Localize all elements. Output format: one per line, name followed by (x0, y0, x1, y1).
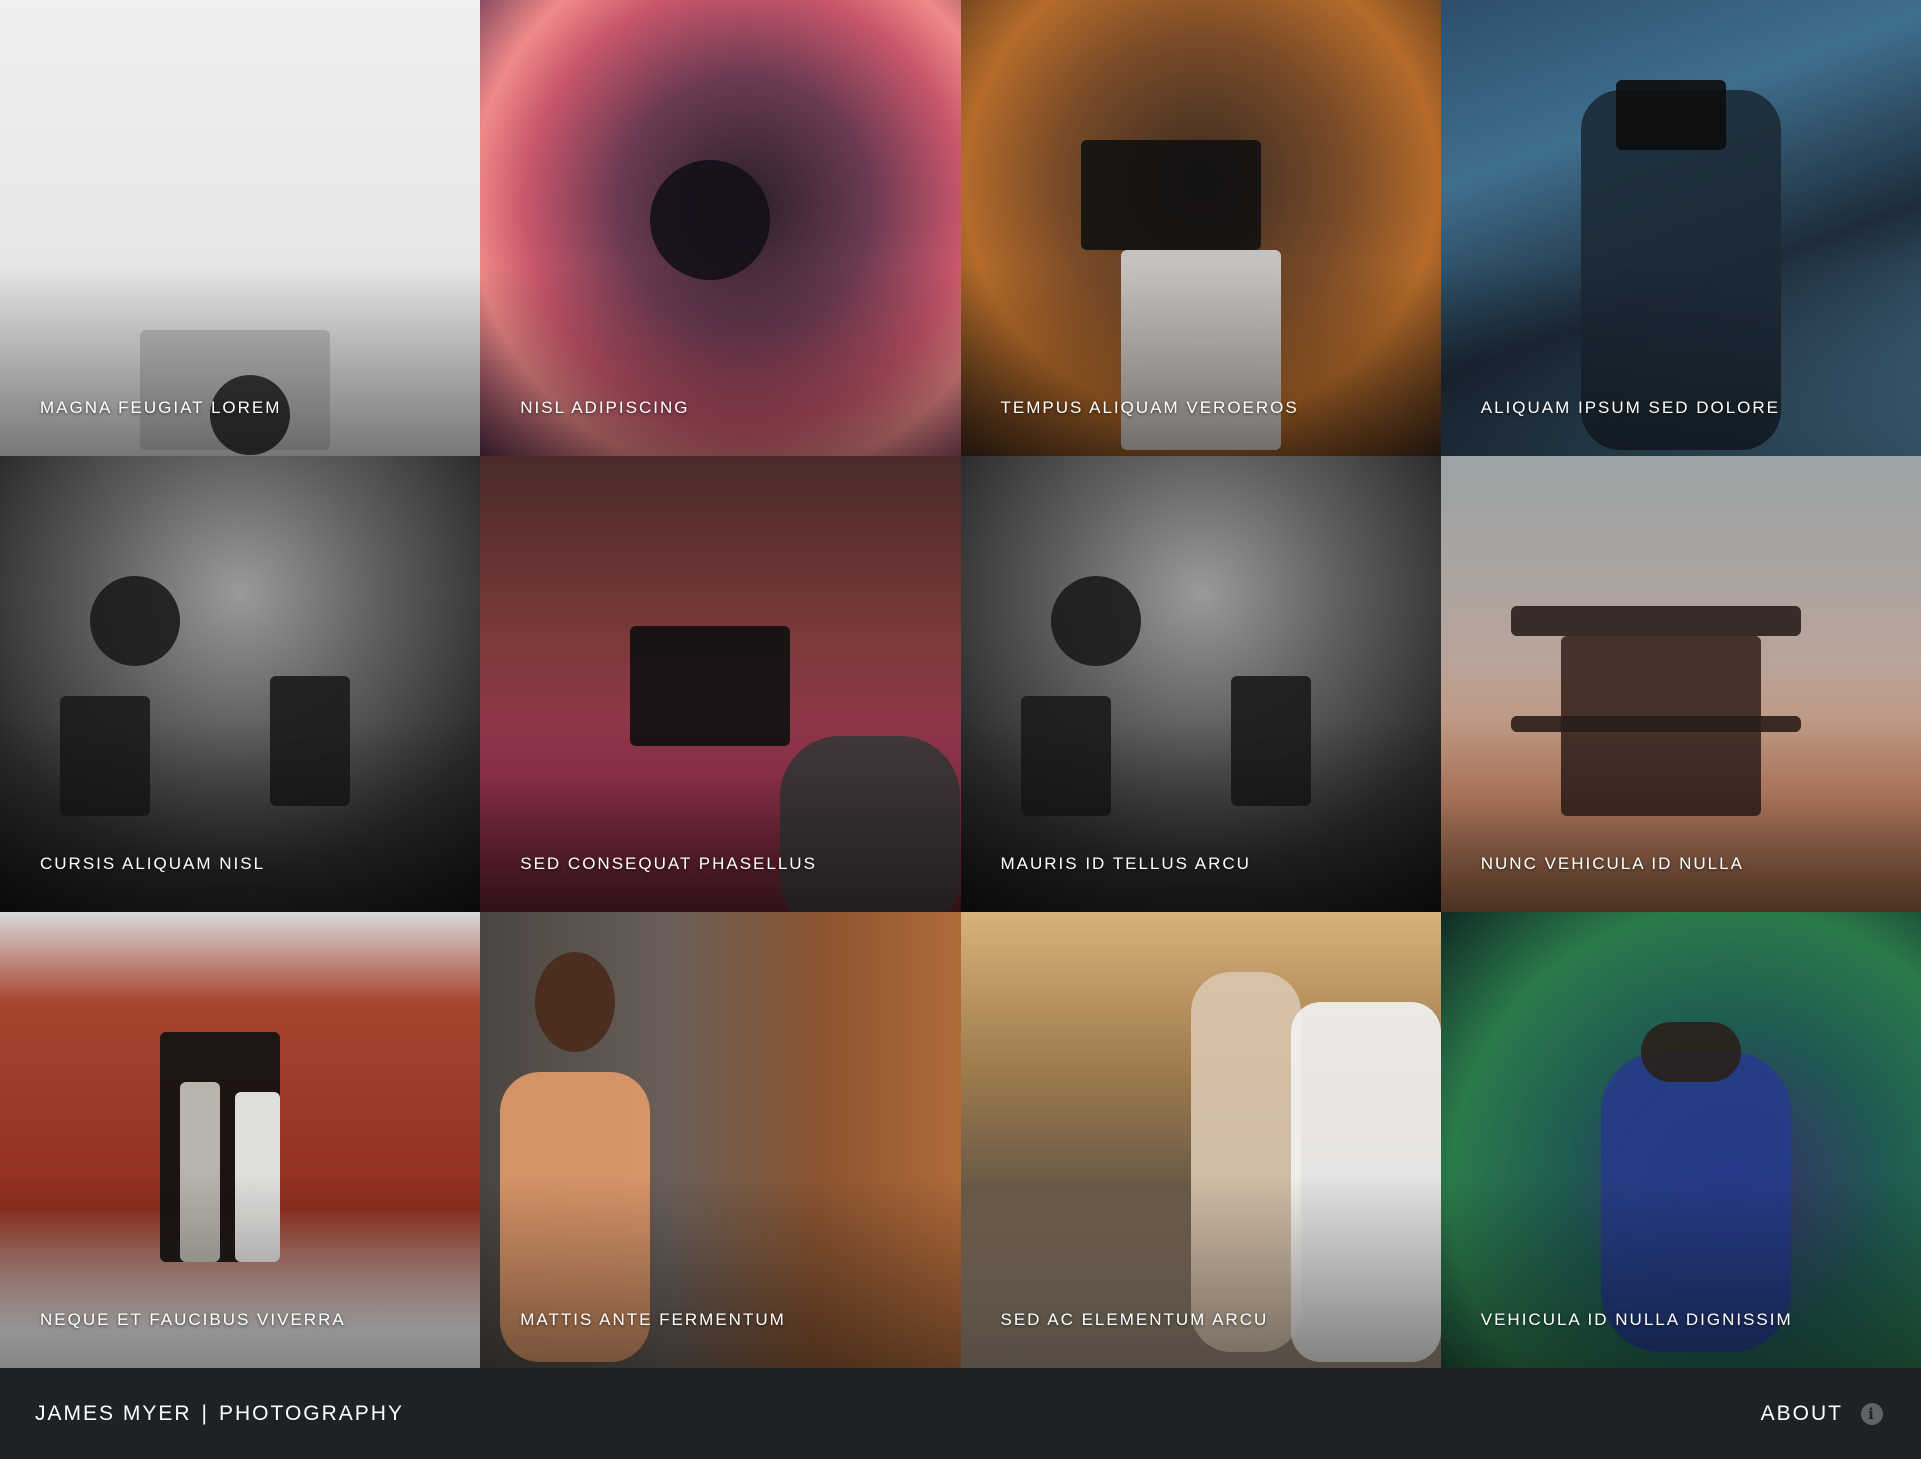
tile-caption: TEMPUS ALIQUAM VEROEROS (1000, 398, 1299, 417)
tile-caption: SED CONSEQUAT PHASELLUS (520, 854, 817, 873)
tile-caption: SED AC ELEMENTUM ARCU (1000, 1310, 1269, 1329)
brand-tagline: PHOTOGRAPHY (219, 1401, 404, 1425)
tile-caption: MATTIS ANTE FERMENTUM (520, 1310, 786, 1329)
gallery-tile[interactable]: NUNC VEHICULA ID NULLA (1440, 456, 1921, 912)
tile-caption: MAURIS ID TELLUS ARCU (1000, 854, 1251, 873)
info-icon[interactable]: i (1861, 1402, 1883, 1425)
gallery-tile[interactable]: SED CONSEQUAT PHASELLUS (480, 456, 961, 912)
tile-caption: NEQUE ET FAUCIBUS VIVERRA (40, 1310, 346, 1329)
gallery-tile[interactable]: NEQUE ET FAUCIBUS VIVERRA (0, 912, 481, 1368)
gallery-tile[interactable]: VEHICULA ID NULLA DIGNISSIM (1440, 912, 1921, 1368)
gallery-tile[interactable]: NISL ADIPISCING (480, 0, 961, 456)
tile-caption: VEHICULA ID NULLA DIGNISSIM (1480, 1310, 1793, 1329)
tile-caption: ALIQUAM IPSUM SED DOLORE (1480, 398, 1781, 417)
gallery-tile[interactable]: CURSIS ALIQUAM NISL (0, 456, 481, 912)
tile-caption: NISL ADIPISCING (520, 398, 690, 417)
gallery-tile[interactable]: TEMPUS ALIQUAM VEROEROS (960, 0, 1441, 456)
photo-gallery: MAGNA FEUGIAT LOREM NISL ADIPISCING TEMP… (0, 0, 1921, 1368)
tile-caption: MAGNA FEUGIAT LOREM (40, 398, 282, 417)
brand-name: JAMES MYER (35, 1401, 192, 1425)
gallery-tile[interactable]: MATTIS ANTE FERMENTUM (480, 912, 961, 1368)
gallery-tile[interactable]: MAURIS ID TELLUS ARCU (960, 456, 1441, 912)
gallery-tile[interactable]: SED AC ELEMENTUM ARCU (960, 912, 1441, 1368)
gallery-tile[interactable]: ALIQUAM IPSUM SED DOLORE (1440, 0, 1921, 456)
site-brand[interactable]: JAMES MYER | PHOTOGRAPHY (35, 1402, 404, 1426)
gallery-tile[interactable]: MAGNA FEUGIAT LOREM (0, 0, 481, 456)
brand-separator: | (201, 1401, 209, 1425)
about-label: ABOUT (1760, 1401, 1843, 1425)
about-link[interactable]: ABOUT i (1761, 1402, 1883, 1426)
tile-caption: NUNC VEHICULA ID NULLA (1480, 854, 1744, 873)
tile-caption: CURSIS ALIQUAM NISL (40, 854, 266, 873)
site-footer: JAMES MYER | PHOTOGRAPHY ABOUT i (0, 1368, 1921, 1459)
